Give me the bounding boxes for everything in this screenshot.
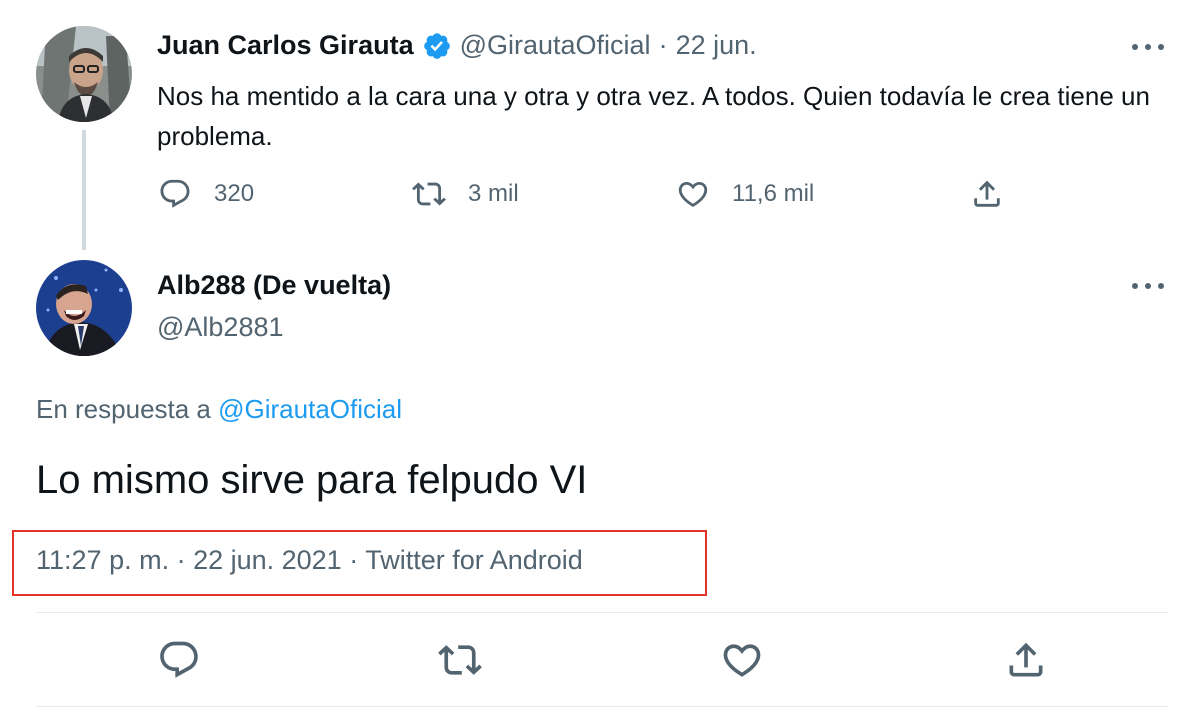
in-reply-prefix: En respuesta a bbox=[36, 394, 211, 424]
like-icon bbox=[678, 181, 708, 207]
avatar-girauta-image bbox=[36, 26, 132, 122]
retweet-button[interactable]: 3 mil bbox=[412, 177, 519, 211]
in-reply-to: En respuesta a @GirautaOficial bbox=[36, 394, 402, 425]
retweet-icon bbox=[412, 182, 446, 206]
tweet-text: Nos ha mentido a la cara una y otra y ot… bbox=[157, 81, 1150, 151]
avatar-girauta[interactable] bbox=[36, 26, 132, 122]
divider bbox=[36, 706, 1168, 707]
share-icon bbox=[974, 180, 1000, 207]
reply-button[interactable] bbox=[157, 638, 201, 682]
reply-author-handle[interactable]: @Alb2881 bbox=[157, 312, 284, 343]
like-icon bbox=[723, 644, 761, 677]
author-handle[interactable]: @GirautaOficial bbox=[460, 30, 651, 61]
reply-count: 320 bbox=[214, 180, 255, 207]
reply-icon bbox=[160, 641, 198, 678]
share-button[interactable] bbox=[970, 177, 1004, 211]
avatar-alb288[interactable] bbox=[36, 260, 132, 356]
reply-icon bbox=[160, 179, 190, 208]
author-name[interactable]: Juan Carlos Girauta bbox=[157, 30, 414, 61]
share-icon bbox=[1009, 642, 1043, 677]
like-count: 11,6 mil bbox=[732, 180, 815, 207]
header-separator: · bbox=[658, 30, 668, 60]
more-icon[interactable] bbox=[1128, 37, 1168, 57]
in-reply-mention-link[interactable]: @GirautaOficial bbox=[218, 394, 402, 424]
retweet-button[interactable] bbox=[438, 638, 482, 682]
like-button[interactable]: 11,6 mil bbox=[676, 177, 814, 211]
share-button[interactable] bbox=[1004, 638, 1048, 682]
like-button[interactable] bbox=[720, 638, 764, 682]
tweet-header: Juan Carlos Girauta @GirautaOficial · 22… bbox=[157, 30, 757, 61]
reply-author-name[interactable]: Alb288 (De vuelta) bbox=[157, 270, 391, 301]
more-icon[interactable] bbox=[1128, 276, 1168, 296]
tweet-date[interactable]: 22 jun. bbox=[676, 30, 757, 61]
thread-connector-line bbox=[82, 130, 86, 250]
divider bbox=[36, 612, 1168, 613]
retweet-count: 3 mil bbox=[468, 180, 519, 207]
reply-timestamp[interactable]: 11:27 p. m. · 22 jun. 2021 · Twitter for… bbox=[36, 545, 583, 576]
reply-text: Lo mismo sirve para felpudo VI bbox=[36, 458, 588, 502]
retweet-icon bbox=[438, 645, 482, 675]
avatar-alb288-image bbox=[36, 260, 132, 356]
reply-button[interactable]: 320 bbox=[158, 177, 254, 211]
verified-icon bbox=[423, 32, 450, 59]
